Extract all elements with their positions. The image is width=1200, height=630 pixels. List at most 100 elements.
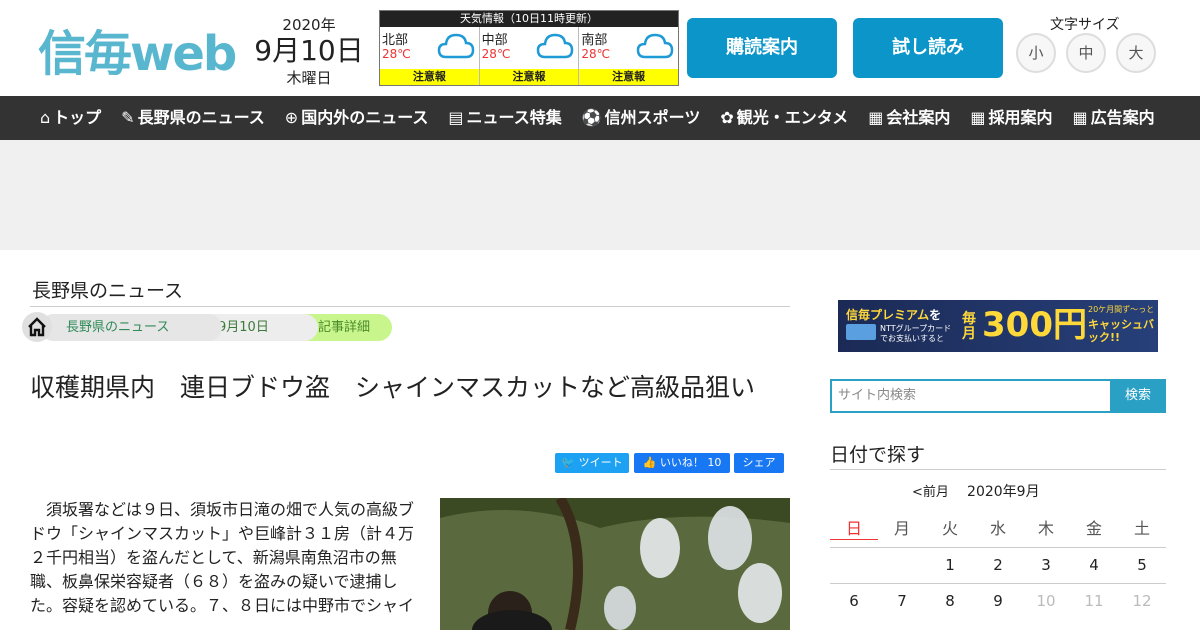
calendar-week-1: 1 2 3 4 5 <box>830 547 1166 582</box>
nav-item-recruit[interactable]: ▦ 採用案内 <box>970 96 1052 140</box>
region-temp: 28℃ <box>481 47 511 61</box>
font-size-small-button[interactable]: 小 <box>1016 33 1056 73</box>
nav-item-company[interactable]: ▦ 会社案内 <box>868 96 950 140</box>
weekday-wed: 水 <box>989 519 1006 538</box>
calendar-title: 日付で探す <box>830 444 926 466</box>
home-icon: ⌂ <box>40 108 51 127</box>
calendar-day[interactable]: 1 <box>926 548 974 582</box>
globe-icon: ⊕ <box>284 108 299 127</box>
weather-region-south[interactable]: 南部 28℃ 注意報 <box>579 27 679 85</box>
font-size-large-button[interactable]: 大 <box>1116 33 1156 73</box>
site-search-input[interactable]: サイト内検索 <box>830 379 1112 413</box>
nav-item-nagano-news[interactable]: ✎ 長野県のニュース <box>121 96 265 140</box>
calendar-day[interactable]: 7 <box>878 584 926 618</box>
calendar-day[interactable]: 5 <box>1118 548 1166 582</box>
nav-item-advertising[interactable]: ▦ 広告案内 <box>1073 96 1155 140</box>
document-icon: ▤ <box>448 108 464 127</box>
section-title: 長野県のニュース <box>32 280 184 302</box>
trial-button[interactable]: 試し読み <box>853 18 1003 78</box>
calendar-day[interactable]: 8 <box>926 584 974 618</box>
building-icon: ▦ <box>868 108 884 127</box>
nav-item-tourism[interactable]: ✿ 観光・エンタメ <box>720 96 848 140</box>
calendar-nav: <前月 2020年9月 <box>912 481 1040 501</box>
building-icon: ▦ <box>970 108 986 127</box>
ball-icon: ⚽ <box>581 108 602 127</box>
calendar-day: 10 <box>1036 592 1056 610</box>
site-header: 信毎web 2020年 9月10日 木曜日 天気情報（10日11時更新） 北部 … <box>0 0 1200 96</box>
grape-harvest-photo <box>440 498 790 630</box>
calendar-day[interactable]: 4 <box>1070 548 1118 582</box>
weather-alert: 注意報 <box>380 69 479 85</box>
card-icon <box>846 324 876 340</box>
banner-sub: NTTグループカードでお支払いすると <box>880 324 952 343</box>
calendar-day[interactable]: 9 <box>974 584 1022 618</box>
search-button[interactable]: 検索 <box>1110 379 1166 413</box>
like-label: いいね！ <box>659 456 704 469</box>
site-logo[interactable]: 信毎web <box>38 14 237 84</box>
date-month-day: 9月10日 <box>254 34 364 67</box>
font-size-medium-button[interactable]: 中 <box>1066 33 1106 73</box>
flower-icon: ✿ <box>720 108 734 127</box>
weekday-sat: 土 <box>1133 519 1150 538</box>
pen-icon: ✎ <box>121 108 135 127</box>
like-button[interactable]: 👍 いいね！ 10 <box>634 453 730 473</box>
like-count: 10 <box>707 456 722 469</box>
weather-alert: 注意報 <box>479 69 579 85</box>
calendar-day: 11 <box>1084 592 1104 610</box>
cloud-icon <box>437 33 474 59</box>
calendar-day[interactable]: 6 <box>830 584 878 618</box>
subscribe-button[interactable]: 購読案内 <box>687 18 837 78</box>
nav-label: 国内外のニュース <box>301 108 429 127</box>
nav-item-world-news[interactable]: ⊕ 国内外のニュース <box>285 96 429 140</box>
weather-alert: 注意報 <box>579 69 679 85</box>
weekday-fri: 金 <box>1085 519 1102 538</box>
date-weekday: 木曜日 <box>286 69 332 87</box>
thumbs-up-icon: 👍 <box>642 456 657 469</box>
nav-label: 長野県のニュース <box>137 108 265 127</box>
calendar-weekdays: 日 月 火 水 木 金 土 <box>830 515 1166 540</box>
article-photo[interactable] <box>440 498 790 630</box>
weekday-thu: 木 <box>1037 519 1054 538</box>
nav-item-sports[interactable]: ⚽ 信州スポーツ <box>582 96 701 140</box>
ad-space <box>0 140 1200 250</box>
cloud-icon <box>636 33 674 59</box>
calendar-week-2: 6 7 8 9 10 11 12 <box>830 583 1166 618</box>
breadcrumb-home[interactable] <box>22 312 52 342</box>
weekday-mon: 月 <box>893 519 910 538</box>
premium-banner[interactable]: 信毎プレミアムを NTTグループカードでお支払いすると 毎月 300円 20ケ月… <box>838 300 1158 352</box>
banner-cashback: キャッシュバック!! <box>1088 318 1154 344</box>
nav-label: 広告案内 <box>1090 108 1155 127</box>
calendar-divider <box>830 469 1166 470</box>
weather-region-central[interactable]: 中部 28℃ 注意報 <box>479 27 580 85</box>
region-name: 南部 <box>581 33 608 48</box>
nav-item-top[interactable]: ⌂ トップ <box>40 96 101 140</box>
weather-region-north[interactable]: 北部 28℃ 注意報 <box>380 27 480 85</box>
article-title: 収穫期県内 連日ブドウ盗 シャインマスカットなど高級品狙い <box>30 373 756 402</box>
weekday-tue: 火 <box>941 519 958 538</box>
calendar-day <box>830 548 878 582</box>
nav-label: 採用案内 <box>988 108 1053 127</box>
home-icon <box>28 317 46 337</box>
font-size-label: 文字サイズ <box>1050 17 1120 33</box>
twitter-icon: 🐦 <box>561 456 576 469</box>
calendar-day[interactable]: 2 <box>974 548 1022 582</box>
section-divider <box>30 306 790 307</box>
nav-label: 観光・エンタメ <box>736 108 849 127</box>
main-nav: ⌂ トップ ✎ 長野県のニュース ⊕ 国内外のニュース ▤ ニュース特集 ⚽ 信州スポーツ… <box>0 96 1200 140</box>
nav-item-features[interactable]: ▤ ニュース特集 <box>448 96 561 140</box>
banner-amount: 300円 <box>982 305 1087 345</box>
region-name: 北部 <box>382 33 409 48</box>
calendar-prev-link[interactable]: <前月 <box>912 485 949 500</box>
nav-label: ニュース特集 <box>466 108 562 127</box>
share-button[interactable]: シェア <box>734 453 784 473</box>
tweet-button[interactable]: 🐦 ツイート <box>555 453 629 473</box>
weather-header: 天気情報（10日11時更新） <box>380 11 678 27</box>
breadcrumb-item[interactable]: 長野県のニュース <box>40 314 222 341</box>
calendar-day[interactable]: 3 <box>1022 548 1070 582</box>
tweet-label: ツイート <box>578 456 623 469</box>
region-temp: 28℃ <box>581 47 611 61</box>
cloud-icon <box>537 33 574 59</box>
nav-label: トップ <box>53 108 102 127</box>
banner-period: 20ケ月間ず〜っと <box>1088 305 1155 314</box>
weather-widget[interactable]: 天気情報（10日11時更新） 北部 28℃ 注意報 中部 28℃ 注意報 南部 <box>379 10 679 86</box>
